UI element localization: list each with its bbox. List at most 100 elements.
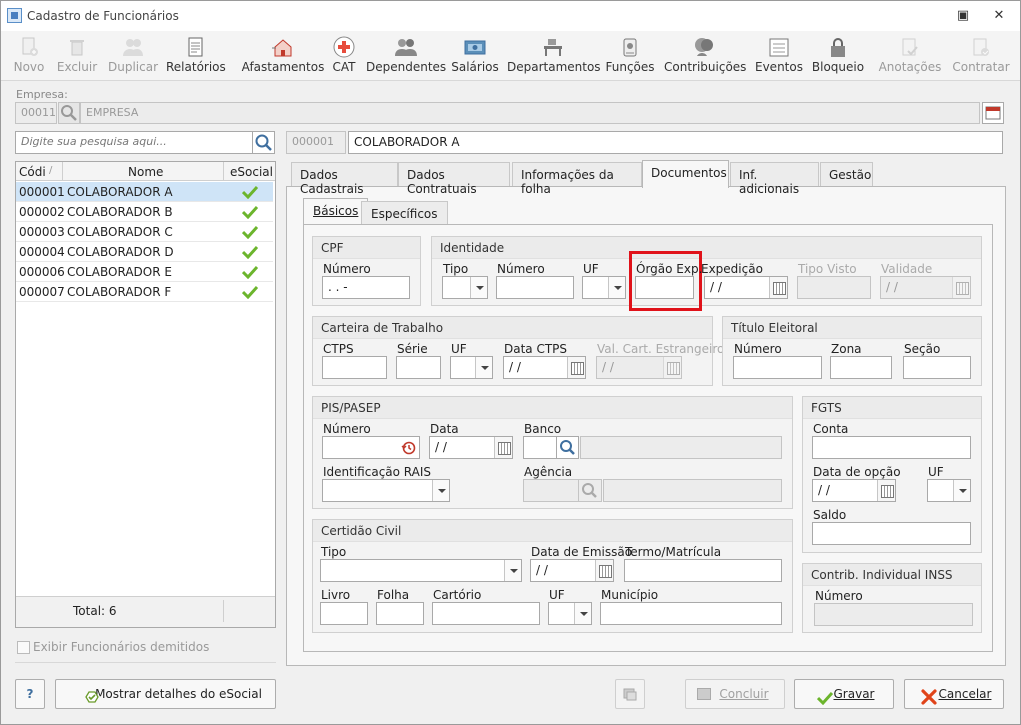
pis-data-input[interactable]: / / bbox=[429, 436, 513, 459]
pis-banco-label: Banco bbox=[524, 422, 562, 436]
toolbar-salarios-button[interactable]: Salários bbox=[451, 33, 499, 79]
id-expedicao-input[interactable]: / / bbox=[704, 276, 788, 299]
grid-header-code[interactable]: Códi bbox=[19, 165, 46, 179]
certidao-tipo-select[interactable] bbox=[320, 559, 522, 582]
history-icon[interactable] bbox=[401, 440, 417, 456]
toolbar-eventos-button[interactable]: Eventos bbox=[753, 33, 805, 79]
pis-rais-select[interactable] bbox=[322, 479, 450, 502]
pis-banco-input[interactable] bbox=[523, 436, 557, 459]
table-row[interactable]: 000002 COLABORADOR B bbox=[16, 202, 273, 222]
employee-registration-window: Cadastro de Funcionários ▣ ✕ Empresa: 00… bbox=[0, 0, 1021, 725]
certidao-data-input[interactable]: / / bbox=[530, 559, 614, 582]
toolbar-label: Dependentes bbox=[366, 60, 447, 74]
calendar-icon[interactable] bbox=[877, 480, 895, 501]
table-row[interactable]: 000007 COLABORADOR F bbox=[16, 282, 273, 302]
toolbar-label: Afastamentos bbox=[241, 60, 325, 74]
titulo-numero-input[interactable] bbox=[733, 356, 822, 379]
certidao-data-value: / / bbox=[536, 563, 548, 577]
tab-documentos[interactable]: Documentos bbox=[642, 160, 729, 188]
table-row[interactable]: 000003 COLABORADOR C bbox=[16, 222, 273, 242]
esocial-check-icon bbox=[241, 265, 259, 280]
titulo-title: Título Eleitoral bbox=[723, 317, 981, 339]
table-row[interactable]: 000004 COLABORADOR D bbox=[16, 242, 273, 262]
sort-icon: / bbox=[49, 165, 53, 176]
certidao-data-label: Data de Emissão bbox=[531, 545, 633, 559]
show-dismissed-checkbox[interactable] bbox=[17, 641, 30, 654]
subtab-basicos[interactable]: Básicos bbox=[303, 198, 369, 225]
ctps-data-input[interactable]: / / bbox=[503, 356, 586, 379]
titulo-zona-input[interactable] bbox=[830, 356, 892, 379]
calendar-icon[interactable] bbox=[595, 560, 613, 581]
toolbar-departamentos-button[interactable]: Departamentos bbox=[507, 33, 601, 79]
titulo-secao-input[interactable] bbox=[903, 356, 971, 379]
toolbar-funcoes-button[interactable]: Funções bbox=[604, 33, 656, 79]
grid-total: Total: 6 bbox=[73, 604, 117, 618]
certidao-cartorio-label: Cartório bbox=[433, 588, 482, 602]
ctps-input[interactable] bbox=[322, 356, 387, 379]
empresa-lookup-button[interactable] bbox=[982, 102, 1004, 124]
certidao-municipio-input[interactable] bbox=[600, 602, 782, 625]
calendar-icon bbox=[663, 357, 681, 378]
toolbar-relatorios-button[interactable]: Relatórios bbox=[166, 33, 226, 79]
ctps-uf-select[interactable] bbox=[450, 356, 493, 379]
id-numero-input[interactable] bbox=[496, 276, 574, 299]
id-orgao-input[interactable] bbox=[635, 276, 694, 299]
id-tipo-visto-label: Tipo Visto bbox=[798, 262, 857, 276]
fgts-saldo-input[interactable] bbox=[812, 522, 971, 545]
id-tipo-select[interactable] bbox=[442, 276, 488, 299]
ctps-serie-input[interactable] bbox=[396, 356, 441, 379]
calendar-icon[interactable] bbox=[567, 357, 585, 378]
calendar-icon[interactable] bbox=[494, 437, 512, 458]
esocial-details-button[interactable]: Mostrar detalhes do eSocial bbox=[55, 679, 276, 709]
gravar-button[interactable]: Gravar bbox=[794, 679, 894, 709]
restore-button[interactable]: ▣ bbox=[950, 6, 976, 26]
tab-gest-o[interactable]: Gestão bbox=[820, 162, 873, 186]
toolbar-dependentes-button[interactable]: Dependentes bbox=[366, 33, 446, 79]
toolbar-bloqueio-button[interactable]: Bloqueio bbox=[809, 33, 867, 79]
agencia-search-icon bbox=[579, 479, 602, 502]
certidao-uf-select[interactable] bbox=[548, 602, 592, 625]
tab-informa-es-da-folha[interactable]: Informações da folha bbox=[512, 162, 642, 196]
chevron-down-icon bbox=[608, 277, 625, 298]
title-bar: Cadastro de Funcionários ▣ ✕ bbox=[1, 1, 1020, 31]
table-row[interactable]: 000001 COLABORADOR A bbox=[16, 182, 273, 202]
toolbar-afastamentos-button[interactable]: Afastamentos bbox=[237, 33, 329, 79]
toolbar-label: Duplicar bbox=[107, 60, 158, 74]
fgts-uf-select[interactable] bbox=[927, 479, 971, 502]
subtab-especificos[interactable]: Específicos bbox=[361, 201, 448, 225]
banco-search-icon[interactable] bbox=[557, 436, 579, 459]
ctps-serie-label: Série bbox=[397, 342, 428, 356]
app-icon bbox=[7, 8, 22, 23]
grid-header-esocial[interactable]: eSocial bbox=[230, 165, 273, 179]
employee-search-input[interactable]: Digite sua pesquisa aqui... bbox=[15, 131, 253, 154]
certidao-folha-input[interactable] bbox=[376, 602, 424, 625]
close-button[interactable]: ✕ bbox=[986, 6, 1012, 26]
certidao-termo-input[interactable] bbox=[624, 559, 782, 582]
cancelar-button[interactable]: Cancelar bbox=[904, 679, 1004, 709]
tab-label: Dados Cadastrais bbox=[300, 168, 364, 196]
tab-dados-cadastrais[interactable]: Dados Cadastrais bbox=[291, 162, 398, 196]
table-row[interactable]: 000006 COLABORADOR E bbox=[16, 262, 273, 282]
tab-dados-contratuais[interactable]: Dados Contratuais bbox=[398, 162, 510, 196]
certidao-title: Certidão Civil bbox=[313, 520, 792, 542]
calendar-icon[interactable] bbox=[769, 277, 787, 298]
pis-numero-input[interactable] bbox=[322, 436, 420, 459]
tab-inf-adicionais[interactable]: Inf. adicionais bbox=[730, 162, 819, 196]
id-uf-select[interactable] bbox=[582, 276, 626, 299]
search-icon[interactable] bbox=[253, 131, 275, 154]
chevron-down-icon bbox=[432, 480, 449, 501]
lock-icon bbox=[825, 36, 851, 58]
fgts-conta-input[interactable] bbox=[812, 436, 971, 459]
grid-header-name[interactable]: Nome bbox=[128, 165, 163, 179]
toolbar-label: Funções bbox=[605, 60, 655, 74]
toolbar-cat-button[interactable]: CAT bbox=[327, 33, 361, 79]
toolbar-novo-button: Novo bbox=[11, 33, 47, 79]
certidao-livro-input[interactable] bbox=[320, 602, 368, 625]
certidao-cartorio-input[interactable] bbox=[432, 602, 540, 625]
people-icon bbox=[393, 36, 419, 58]
row-name: COLABORADOR D bbox=[67, 245, 174, 259]
fgts-data-opcao-input[interactable]: / / bbox=[812, 479, 896, 502]
toolbar-contribuicoes-button[interactable]: Contribuições bbox=[664, 33, 746, 79]
cpf-number-input[interactable]: . . - bbox=[322, 276, 410, 299]
help-button[interactable]: ? bbox=[15, 679, 45, 709]
